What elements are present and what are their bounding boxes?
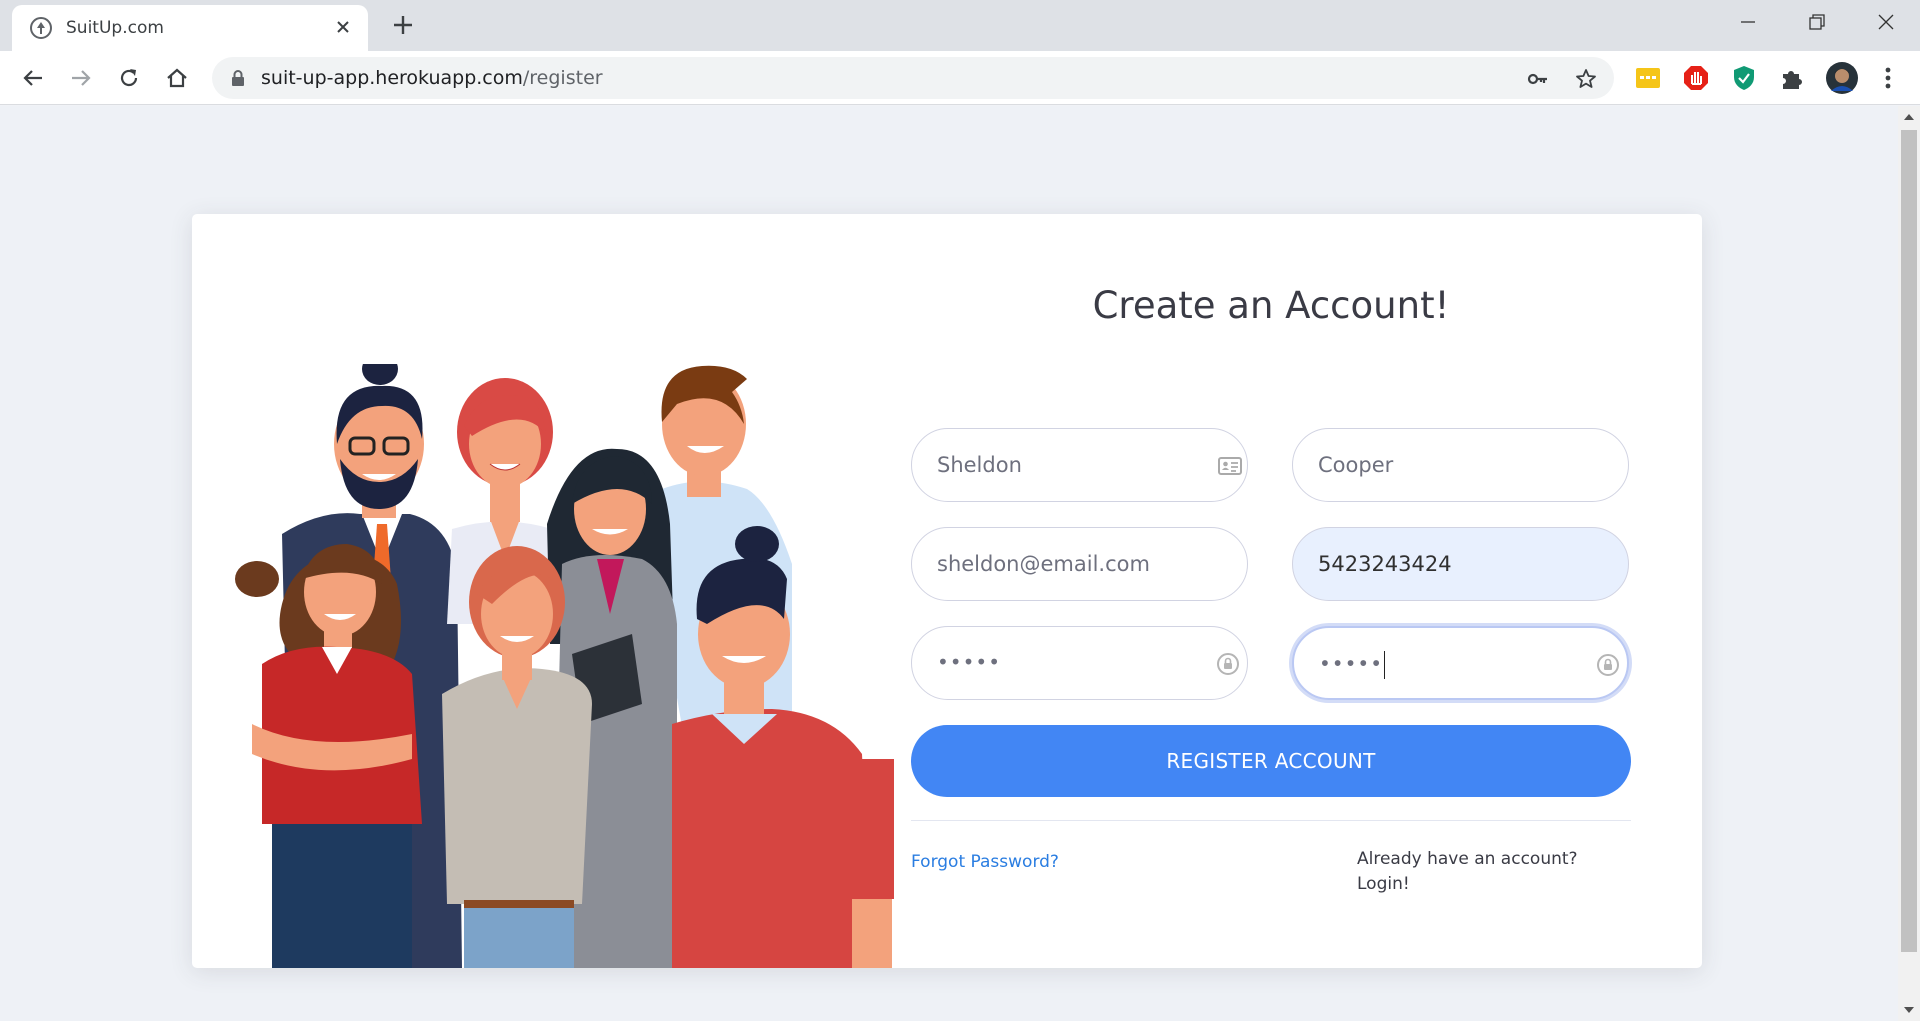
back-icon[interactable] <box>18 63 48 93</box>
login-link[interactable]: Already have an account? Login! <box>1357 847 1617 897</box>
suitup-favicon-icon <box>30 17 52 39</box>
email-field[interactable]: sheldon@email.com <box>911 527 1248 601</box>
browser-toolbar: suit-up-app.herokuapp.com/register <box>0 51 1920 105</box>
scrollbar[interactable] <box>1898 106 1920 1021</box>
url-path: /register <box>522 67 603 89</box>
scroll-down-arrow[interactable] <box>1904 1007 1914 1013</box>
forgot-password-link[interactable]: Forgot Password? <box>911 852 1059 872</box>
forward-icon[interactable] <box>66 63 96 93</box>
home-icon[interactable] <box>162 63 192 93</box>
password-manager-icon[interactable] <box>1215 651 1241 677</box>
team-illustration <box>235 364 894 968</box>
contact-card-icon[interactable] <box>1217 453 1243 479</box>
first-name-value: Sheldon <box>937 453 1022 477</box>
restore-icon[interactable] <box>1798 8 1834 36</box>
star-icon[interactable] <box>1574 67 1598 91</box>
register-form: Create an Account! Sheldon Cooper sheldo… <box>911 214 1631 968</box>
repeat-password-field[interactable]: ••••• <box>1292 626 1629 700</box>
page-title: Create an Account! <box>1092 284 1450 327</box>
password-field[interactable]: ••••• <box>911 626 1248 700</box>
register-account-button[interactable]: REGISTER ACCOUNT <box>911 725 1631 797</box>
login-label: Login! <box>1357 874 1410 894</box>
phone-field[interactable]: 5423243424 <box>1292 527 1629 601</box>
url-host: suit-up-app.herokuapp.com <box>261 67 523 89</box>
browser-tab[interactable]: SuitUp.com <box>12 5 368 51</box>
close-icon[interactable] <box>332 16 354 38</box>
key-icon[interactable] <box>1526 67 1550 91</box>
puzzle-extensions-icon[interactable] <box>1778 64 1806 92</box>
last-name-field[interactable]: Cooper <box>1292 428 1629 502</box>
scroll-up-arrow[interactable] <box>1904 114 1914 120</box>
scroll-thumb[interactable] <box>1901 130 1917 952</box>
lock-icon[interactable] <box>230 69 246 87</box>
extension-notes-icon[interactable] <box>1634 64 1662 92</box>
email-value: sheldon@email.com <box>937 552 1150 576</box>
address-bar[interactable]: suit-up-app.herokuapp.com/register <box>212 57 1614 99</box>
login-prompt: Already have an account? <box>1357 849 1578 869</box>
window-close-icon[interactable] <box>1868 8 1904 36</box>
adblock-icon[interactable] <box>1682 64 1710 92</box>
password-value: ••••• <box>937 650 1001 674</box>
register-card: Create an Account! Sheldon Cooper sheldo… <box>192 214 1702 968</box>
tab-bar: SuitUp.com <box>0 0 1920 51</box>
repeat-password-value: ••••• <box>1319 651 1383 676</box>
shield-icon[interactable] <box>1730 64 1758 92</box>
password-manager-icon[interactable] <box>1595 652 1621 678</box>
phone-value: 5423243424 <box>1318 552 1452 576</box>
first-name-field[interactable]: Sheldon <box>911 428 1248 502</box>
menu-icon[interactable] <box>1874 64 1902 92</box>
reload-icon[interactable] <box>114 63 144 93</box>
plus-icon[interactable] <box>390 12 416 38</box>
profile-avatar[interactable] <box>1825 61 1859 95</box>
repeat-password-wrap: ••••• <box>1319 651 1385 679</box>
tab-title: SuitUp.com <box>66 18 164 38</box>
last-name-value: Cooper <box>1318 453 1394 477</box>
divider <box>911 820 1631 821</box>
url-text[interactable]: suit-up-app.herokuapp.com/register <box>261 67 603 89</box>
text-caret <box>1383 651 1385 679</box>
minimize-icon[interactable] <box>1730 8 1766 36</box>
